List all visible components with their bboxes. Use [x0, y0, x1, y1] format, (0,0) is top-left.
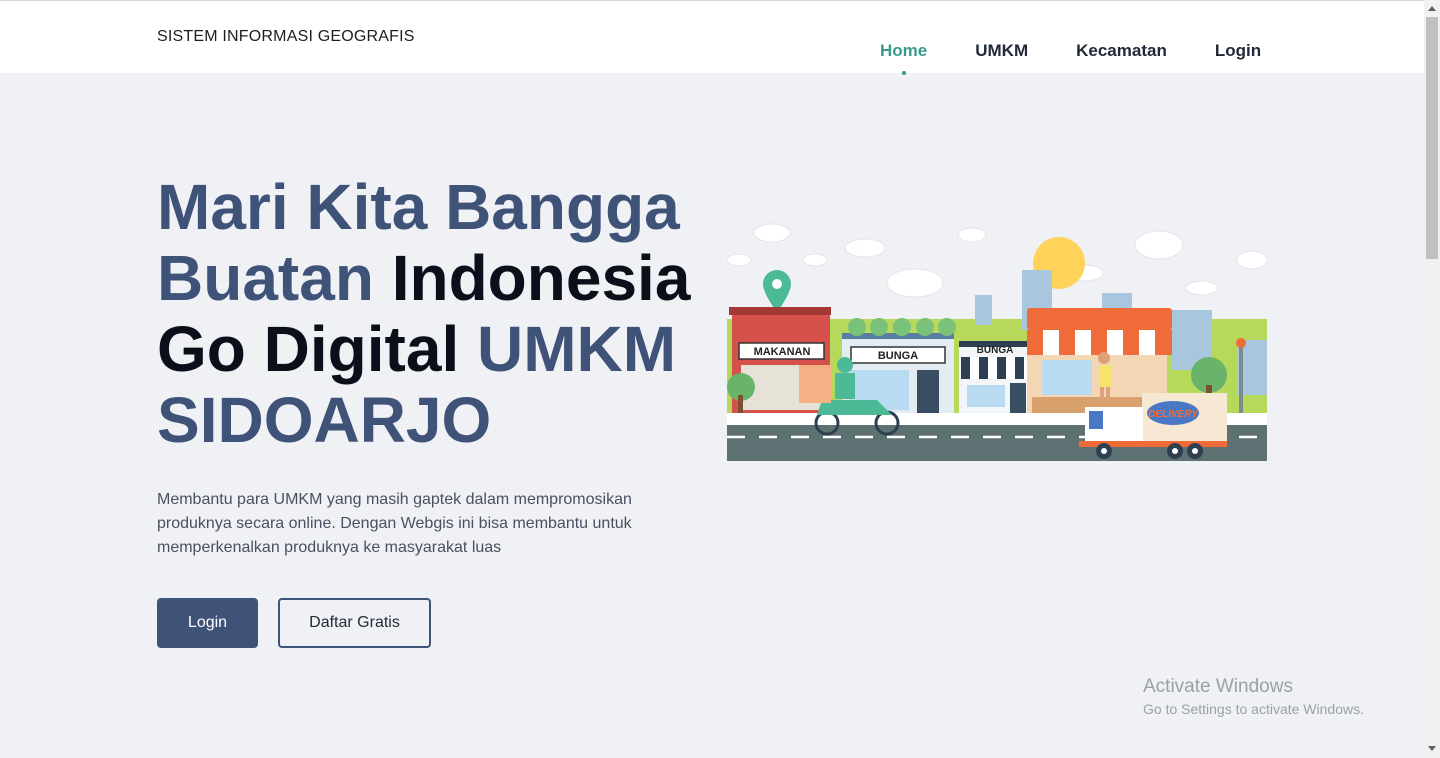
- login-button[interactable]: Login: [157, 598, 258, 648]
- activate-subtitle: Go to Settings to activate Windows.: [1143, 701, 1364, 717]
- hero-title-line3b: UMKM: [477, 313, 677, 385]
- nav-umkm[interactable]: UMKM: [975, 41, 1028, 61]
- scroll-thumb[interactable]: [1426, 17, 1438, 259]
- shop-sign-bunga-1: BUNGA: [878, 350, 918, 362]
- hero-title-line4: SIDOARJO: [157, 384, 492, 456]
- scroll-down-arrow-icon[interactable]: [1428, 746, 1436, 751]
- hero-description: Membantu para UMKM yang masih gaptek dal…: [157, 491, 632, 556]
- hero-title-line1: Mari Kita Bangga: [157, 171, 680, 243]
- windows-activation-watermark: Activate Windows Go to Settings to activ…: [1143, 676, 1364, 717]
- nav-kecamatan[interactable]: Kecamatan: [1076, 41, 1167, 61]
- navbar: SISTEM INFORMASI GEOGRAFIS Home UMKM Kec…: [0, 1, 1424, 75]
- shop-sign-bunga-2: BUNGA: [977, 345, 1014, 356]
- hero-title-line2a: Buatan: [157, 242, 374, 314]
- site-brand[interactable]: SISTEM INFORMASI GEOGRAFIS: [157, 28, 415, 46]
- hero-title-line2b: Indonesia: [391, 242, 691, 314]
- activate-title: Activate Windows: [1143, 676, 1293, 697]
- hero-title-line3a: Go Digital: [157, 313, 460, 385]
- nav-login[interactable]: Login: [1215, 41, 1261, 61]
- vertical-scrollbar[interactable]: [1424, 0, 1440, 758]
- main-nav: Home UMKM Kecamatan Login: [880, 41, 1309, 75]
- shop-sign-makanan: MAKANAN: [754, 346, 811, 358]
- umkm-street-illustration: MAKANAN BUNGA BUNGA DELIVERY: [727, 215, 1267, 461]
- signup-button[interactable]: Daftar Gratis: [278, 598, 431, 648]
- nav-home[interactable]: Home: [880, 41, 927, 75]
- scroll-up-arrow-icon[interactable]: [1428, 6, 1436, 11]
- hero-title: Mari Kita Bangga Buatan Indonesia Go Dig…: [157, 172, 717, 456]
- truck-delivery-label: DELIVERY: [1148, 409, 1199, 420]
